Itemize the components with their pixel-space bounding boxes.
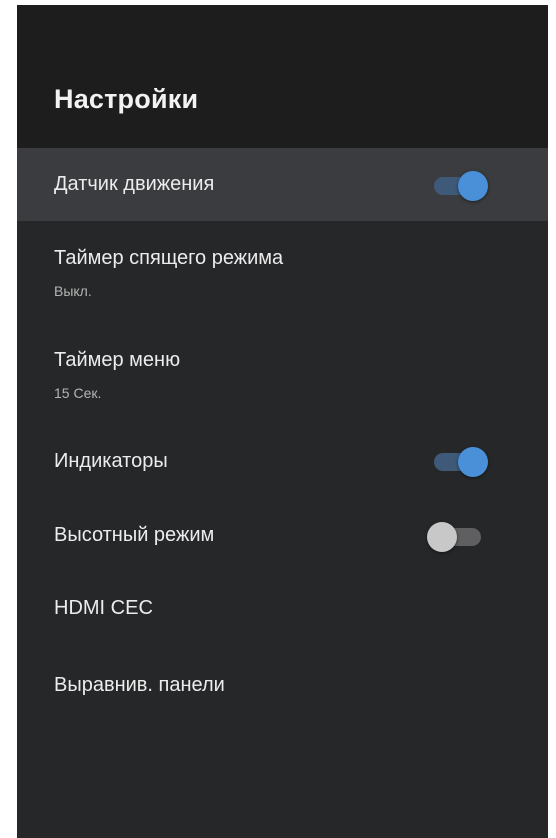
setting-high-altitude-label: Высотный режим [54, 524, 215, 546]
setting-motion-sensor[interactable]: Датчик движения [17, 148, 548, 221]
setting-sleep-timer-value: Выкл. [54, 283, 92, 299]
setting-sleep-timer[interactable]: Таймер спящего режима Выкл. [17, 233, 548, 313]
page-title: Настройки [54, 84, 199, 114]
setting-motion-sensor-label: Датчик движения [54, 173, 215, 195]
setting-sleep-timer-label: Таймер спящего режима [54, 247, 284, 269]
setting-panel-align[interactable]: Выравнив. панели [17, 650, 548, 720]
settings-screen: Настройки Датчик движения Таймер спящего… [17, 5, 548, 838]
setting-hdmi-cec[interactable]: HDMI CEC [17, 573, 548, 643]
motion-sensor-toggle[interactable] [434, 169, 492, 203]
toggle-knob [458, 171, 488, 201]
setting-indicators[interactable]: Индикаторы [17, 425, 548, 495]
setting-high-altitude[interactable]: Высотный режим [17, 499, 548, 569]
setting-indicators-label: Индикаторы [54, 450, 168, 472]
setting-menu-timer-label: Таймер меню [54, 349, 181, 371]
indicators-toggle[interactable] [434, 445, 492, 479]
high-altitude-toggle[interactable] [427, 520, 485, 554]
toggle-knob [427, 522, 457, 552]
setting-hdmi-cec-label: HDMI CEC [54, 597, 153, 619]
setting-menu-timer-value: 15 Сек. [54, 385, 102, 401]
setting-menu-timer[interactable]: Таймер меню 15 Сек. [17, 335, 548, 415]
setting-panel-align-label: Выравнив. панели [54, 674, 225, 696]
toggle-knob [458, 447, 488, 477]
header: Настройки [17, 5, 548, 148]
